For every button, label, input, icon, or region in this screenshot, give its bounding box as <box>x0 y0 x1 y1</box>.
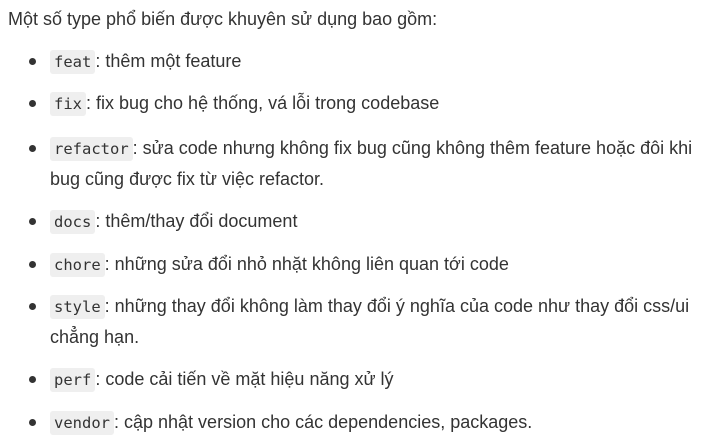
bullet-icon <box>29 376 36 383</box>
type-description: : những thay đổi không làm thay đổi ý ng… <box>50 296 690 347</box>
list-item-feat: feat: thêm một feature <box>8 46 701 77</box>
list-item-perf: perf: code cải tiến về mặt hiệu năng xử … <box>8 364 701 395</box>
bullet-icon <box>29 145 36 152</box>
type-description: : fix bug cho hệ thống, vá lỗi trong cod… <box>86 93 440 113</box>
list-item-docs: docs: thêm/thay đổi document <box>8 206 701 237</box>
intro-text: Một số type phổ biến được khuyên sử dụng… <box>8 9 438 29</box>
type-code: refactor <box>50 137 133 161</box>
bullet-icon <box>29 218 36 225</box>
list-item-style: style: những thay đổi không làm thay đổi… <box>8 291 701 352</box>
bullet-icon <box>29 100 36 107</box>
type-description: : sửa code nhưng không fix bug cũng khôn… <box>50 138 693 189</box>
type-description: : cập nhật version cho các dependencies,… <box>114 412 533 432</box>
type-code: feat <box>50 50 96 74</box>
list-item-chore: chore: những sửa đổi nhỏ nhặt không liên… <box>8 249 701 280</box>
type-code: chore <box>50 253 105 277</box>
type-code: docs <box>50 210 96 234</box>
type-description: : code cải tiến về mặt hiệu năng xử lý <box>95 369 394 389</box>
bullet-icon <box>29 261 36 268</box>
type-code: fix <box>50 92 86 116</box>
type-code: vendor <box>50 411 114 435</box>
type-code: style <box>50 295 105 319</box>
list-item-fix: fix: fix bug cho hệ thống, vá lỗi trong … <box>8 88 701 119</box>
type-description: : những sửa đổi nhỏ nhặt không liên quan… <box>104 254 509 274</box>
bullet-icon <box>29 303 36 310</box>
document: Một số type phổ biến được khuyên sử dụng… <box>0 0 713 448</box>
list-item-vendor: vendor: cập nhật version cho các depende… <box>8 407 701 438</box>
type-description: : thêm một feature <box>95 51 242 71</box>
type-description: : thêm/thay đổi document <box>95 211 298 231</box>
bullet-icon <box>29 419 36 426</box>
list-item-refactor: refactor: sửa code nhưng không fix bug c… <box>8 133 701 194</box>
bullet-icon <box>29 58 36 65</box>
type-code: perf <box>50 368 96 392</box>
commit-type-list: feat: thêm một feature fix: fix bug cho … <box>8 46 701 438</box>
